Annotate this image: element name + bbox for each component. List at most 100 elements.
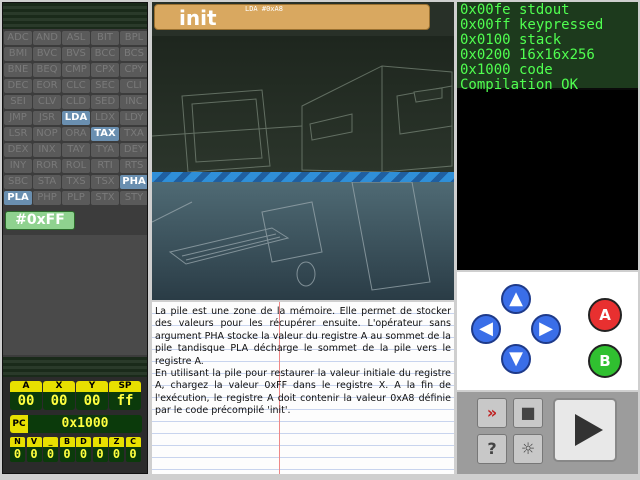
opcode-lda-button[interactable]: LDA (62, 111, 90, 125)
opcode-beq-button[interactable]: BEQ (33, 63, 61, 77)
arrow-right-icon: ▶ (539, 318, 553, 339)
opcode-cli-button[interactable]: CLI (120, 79, 147, 93)
arrow-up-icon: ▲ (509, 288, 523, 309)
hint-button[interactable]: ☼ (513, 434, 543, 464)
flag-label: I (92, 437, 108, 447)
memory-console: 0x00fe stdout 0x00ff keypressed 0x0100 sta… (457, 2, 638, 270)
level-title: init (179, 6, 217, 30)
description-paragraph-2: En utilisant la pile pour restaurer la v… (155, 368, 451, 417)
opcode-bvc-button[interactable]: BVC (33, 47, 61, 61)
panel-divider-stripes (3, 357, 147, 377)
opcode-ldy-button[interactable]: LDY (120, 111, 147, 125)
description-paragraph-1: La pile est une zone de la mémoire. Elle… (155, 306, 451, 367)
flag-3: B0 (59, 437, 75, 462)
opcode-asl-button[interactable]: ASL (62, 31, 90, 45)
app-root: ADC AND ASL BIT BPL BMI BVC BVS BCC BCS BNE BEQ CMP C… (0, 0, 640, 480)
opcode-dec-button[interactable]: DEC (4, 79, 32, 93)
opcode-bit-button[interactable]: BIT (91, 31, 119, 45)
opcode-tsx-button[interactable]: TSX (91, 175, 119, 189)
register-sp-label: SP (109, 381, 141, 392)
opcode-sei-button[interactable]: SEI (4, 95, 32, 109)
dpad-down-button[interactable]: ▼ (501, 344, 531, 374)
opcode-tya-button[interactable]: TYA (91, 143, 119, 157)
a-button[interactable]: A (588, 298, 622, 332)
opcode-nop-button[interactable]: NOP (33, 127, 61, 141)
opcode-cld-button[interactable]: CLD (62, 95, 90, 109)
opcode-txs-button[interactable]: TXS (62, 175, 90, 189)
run-button[interactable] (553, 398, 617, 462)
opcode-adc-button[interactable]: ADC (4, 31, 32, 45)
opcode-ora-button[interactable]: ORA (62, 127, 90, 141)
opcode-txa-button[interactable]: TXA (120, 127, 147, 141)
console-line: 0x00fe stdout (460, 2, 570, 18)
register-y-value: 00 (76, 392, 108, 410)
instruction-panel: ADC AND ASL BIT BPL BMI BVC BVS BCC BCS BNE BEQ CMP C… (2, 2, 148, 474)
fast-forward-button[interactable]: » (477, 398, 507, 428)
dpad-left-button[interactable]: ◀ (471, 314, 501, 344)
opcode-bne-button[interactable]: BNE (4, 63, 32, 77)
opcode-inc-button[interactable]: INC (120, 95, 147, 109)
arrow-left-icon: ◀ (479, 318, 493, 339)
opcode-grid: ADC AND ASL BIT BPL BMI BVC BVS BCC BCS BNE BEQ CMP C… (4, 31, 147, 205)
help-button[interactable]: ? (477, 434, 507, 464)
opcode-plp-button[interactable]: PLP (62, 191, 90, 205)
register-a-label: A (10, 381, 42, 392)
opcode-clc-button[interactable]: CLC (62, 79, 90, 93)
flag-6: Z0 (109, 437, 124, 462)
opcode-ldx-button[interactable]: LDX (91, 111, 119, 125)
console-line: 0x1000 code (460, 62, 553, 78)
opcode-iny-button[interactable]: INY (4, 159, 32, 173)
opcode-bvs-button[interactable]: BVS (62, 47, 90, 61)
opcode-sta-button[interactable]: STA (33, 175, 61, 189)
opcode-jmp-button[interactable]: JMP (4, 111, 32, 125)
flag-5: I0 (92, 437, 108, 462)
opcode-cpy-button[interactable]: CPY (120, 63, 147, 77)
opcode-rti-button[interactable]: RTI (91, 159, 119, 173)
opcode-cmp-button[interactable]: CMP (62, 63, 90, 77)
opcode-pha-button[interactable]: PHA (120, 175, 147, 189)
opcode-tay-button[interactable]: TAY (62, 143, 90, 157)
dpad-up-button[interactable]: ▲ (501, 284, 531, 314)
level-subtitle: LDA #0xA8 (245, 5, 283, 13)
flag-label: D (76, 437, 91, 447)
opcode-tax-button[interactable]: TAX (91, 127, 119, 141)
opcode-and-button[interactable]: AND (33, 31, 61, 45)
opcode-lsr-button[interactable]: LSR (4, 127, 32, 141)
opcode-bcc-button[interactable]: BCC (91, 47, 119, 61)
register-a: A 00 (10, 381, 42, 410)
opcode-sty-button[interactable]: STY (120, 191, 147, 205)
opcode-cpx-button[interactable]: CPX (91, 63, 119, 77)
opcode-bpl-button[interactable]: BPL (120, 31, 147, 45)
flag-2: _ 0 (43, 437, 58, 462)
program-counter-label: PC (10, 415, 28, 433)
opcode-bmi-button[interactable]: BMI (4, 47, 32, 61)
b-button[interactable]: B (588, 344, 622, 378)
opcode-clv-button[interactable]: CLV (33, 95, 61, 109)
opcode-rts-button[interactable]: RTS (120, 159, 147, 173)
opcode-bcs-button[interactable]: BCS (120, 47, 147, 61)
flag-value: 0 (43, 447, 58, 462)
dpad-right-button[interactable]: ▶ (531, 314, 561, 344)
stop-button[interactable]: ■ (513, 398, 543, 428)
opcode-sec-button[interactable]: SEC (91, 79, 119, 93)
execution-controls: » ■ ? ☼ (457, 392, 638, 474)
value-button[interactable]: #0xFF (5, 211, 75, 230)
program-area[interactable] (3, 235, 147, 355)
opcode-ror-button[interactable]: ROR (33, 159, 61, 173)
opcode-dey-button[interactable]: DEY (120, 143, 147, 157)
register-sp-value: ff (109, 392, 141, 410)
level-description: La pile est une zone de la mémoire. Elle… (155, 306, 451, 418)
registers-panel: A 00 X 00 Y 00 SP ff PC 0x1000 N 0 V 0 _ 0 B 0 D… (3, 377, 147, 473)
console-output: 0x00fe stdout 0x00ff keypressed 0x0100 sta… (457, 2, 638, 93)
opcode-jsr-button[interactable]: JSR (33, 111, 61, 125)
opcode-dex-button[interactable]: DEX (4, 143, 32, 157)
opcode-stx-button[interactable]: STX (91, 191, 119, 205)
opcode-eor-button[interactable]: EOR (33, 79, 61, 93)
opcode-rol-button[interactable]: ROL (62, 159, 90, 173)
opcode-pla-button[interactable]: PLA (4, 191, 32, 205)
opcode-inx-button[interactable]: INX (33, 143, 61, 157)
opcode-php-button[interactable]: PHP (33, 191, 61, 205)
opcode-sbc-button[interactable]: SBC (4, 175, 32, 189)
opcode-sed-button[interactable]: SED (91, 95, 119, 109)
program-counter: PC 0x1000 (10, 415, 142, 433)
